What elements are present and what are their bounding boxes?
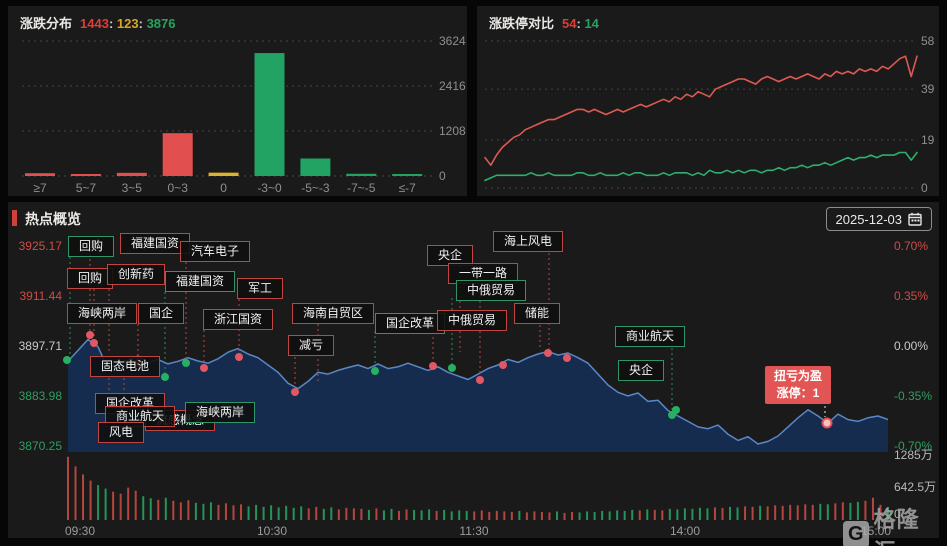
- svg-text:1285万: 1285万: [894, 448, 933, 462]
- svg-text:39: 39: [921, 82, 935, 96]
- svg-text:0.00%: 0.00%: [894, 339, 928, 353]
- down-count: 3876: [147, 16, 176, 31]
- colon: :: [576, 16, 580, 31]
- svg-text:1208: 1208: [439, 124, 466, 138]
- event-label[interactable]: 海峡两岸: [185, 402, 255, 423]
- market-dashboard: 涨跌分布 1443: 123: 3876 0 1208 2416 3624 ≥7 5~7 3…: [0, 0, 947, 546]
- svg-text:5~7: 5~7: [76, 181, 97, 195]
- limit-up-count: 54: [562, 16, 576, 31]
- svg-text:10:30: 10:30: [257, 524, 287, 538]
- title-accent-bar: [12, 210, 17, 226]
- distribution-title: 涨跌分布: [20, 13, 72, 32]
- svg-text:0.70%: 0.70%: [894, 239, 928, 253]
- event-label[interactable]: 海南自贸区: [292, 303, 374, 324]
- svg-text:14:00: 14:00: [670, 524, 700, 538]
- event-label[interactable]: 风电: [98, 422, 144, 443]
- event-label[interactable]: 福建国资: [165, 271, 235, 292]
- date-value: 2025-12-03: [836, 212, 903, 227]
- svg-text:-5~-3: -5~-3: [301, 181, 330, 195]
- svg-text:-0.35%: -0.35%: [894, 389, 932, 403]
- event-label[interactable]: 海峡两岸: [67, 303, 137, 324]
- date-picker[interactable]: 2025-12-03: [826, 207, 933, 231]
- svg-text:3~5: 3~5: [122, 181, 143, 195]
- svg-text:-3~0: -3~0: [257, 181, 282, 195]
- limit-down-count: 14: [584, 16, 598, 31]
- svg-text:58: 58: [921, 34, 935, 48]
- svg-text:0: 0: [921, 181, 928, 195]
- gelonghui-watermark: G 格隆汇: [843, 502, 939, 546]
- event-label[interactable]: 国企: [138, 303, 184, 324]
- event-label[interactable]: 商业航天: [615, 326, 685, 347]
- gelonghui-logo-icon: G: [843, 521, 869, 546]
- up-count: 1443: [80, 16, 109, 31]
- event-label[interactable]: 储能: [514, 303, 560, 324]
- event-label[interactable]: 国企改革: [375, 313, 445, 334]
- svg-text:≤-7: ≤-7: [399, 181, 417, 195]
- event-label[interactable]: 海上风电: [493, 231, 563, 252]
- svg-text:3624: 3624: [439, 34, 466, 48]
- event-label[interactable]: 军工: [237, 278, 283, 299]
- colon: :: [109, 16, 113, 31]
- svg-text:3870.25: 3870.25: [19, 439, 63, 453]
- svg-text:19: 19: [921, 133, 935, 147]
- event-label[interactable]: 固态电池: [90, 356, 160, 377]
- tooltip-line1: 扭亏为盈: [774, 368, 822, 385]
- flat-count: 123: [117, 16, 139, 31]
- svg-text:3925.17: 3925.17: [19, 239, 63, 253]
- limit-compare-header: 涨跌停对比 54: 14: [489, 13, 599, 32]
- event-label[interactable]: 减亏: [288, 335, 334, 356]
- svg-text:0.35%: 0.35%: [894, 289, 928, 303]
- colon: :: [139, 16, 143, 31]
- svg-text:642.5万: 642.5万: [894, 480, 936, 494]
- limit-compare-title: 涨跌停对比: [489, 13, 554, 32]
- event-tooltip[interactable]: 扭亏为盈 涨停：1: [765, 366, 831, 404]
- panel-limit-compare: 涨跌停对比 54: 14 0 19 39 58: [477, 6, 939, 196]
- svg-text:11:30: 11:30: [459, 524, 488, 538]
- svg-text:3911.44: 3911.44: [20, 289, 63, 303]
- panel-hotspots: 热点概览 2025-12-03 3925.17 3911.44 3897.71 388…: [8, 202, 939, 538]
- event-label[interactable]: 中俄贸易: [437, 310, 507, 331]
- event-label[interactable]: 央企: [618, 360, 664, 381]
- svg-text:0: 0: [220, 181, 227, 195]
- svg-text:09:30: 09:30: [65, 524, 95, 538]
- svg-text:-7~-5: -7~-5: [347, 181, 376, 195]
- svg-text:3897.71: 3897.71: [19, 339, 63, 353]
- distribution-header: 涨跌分布 1443: 123: 3876: [20, 13, 176, 32]
- svg-text:2416: 2416: [439, 79, 466, 93]
- svg-text:3883.98: 3883.98: [19, 389, 63, 403]
- distribution-bar-chart[interactable]: 0 1208 2416 3624 ≥7 5~7 3~5 0~3 0 -3~0 -5~-3 -7~-5 ≤…: [8, 6, 467, 196]
- limit-compare-line-chart[interactable]: 0 19 39 58: [477, 6, 939, 196]
- event-label[interactable]: 浙江国资: [203, 309, 273, 330]
- svg-text:0: 0: [439, 169, 446, 183]
- hotspots-title: 热点概览: [25, 209, 81, 229]
- tooltip-line2: 涨停：1: [774, 385, 822, 402]
- event-label[interactable]: 中俄贸易: [456, 280, 526, 301]
- svg-text:0~3: 0~3: [168, 181, 189, 195]
- watermark-text: 格隆汇: [874, 502, 939, 546]
- panel-distribution: 涨跌分布 1443: 123: 3876 0 1208 2416 3624 ≥7 5~7 3…: [8, 6, 467, 196]
- calendar-icon: [908, 212, 922, 226]
- svg-text:≥7: ≥7: [33, 181, 47, 195]
- event-label[interactable]: 回购: [68, 236, 114, 257]
- event-label[interactable]: 汽车电子: [180, 241, 250, 262]
- event-label[interactable]: 创新药: [107, 264, 165, 285]
